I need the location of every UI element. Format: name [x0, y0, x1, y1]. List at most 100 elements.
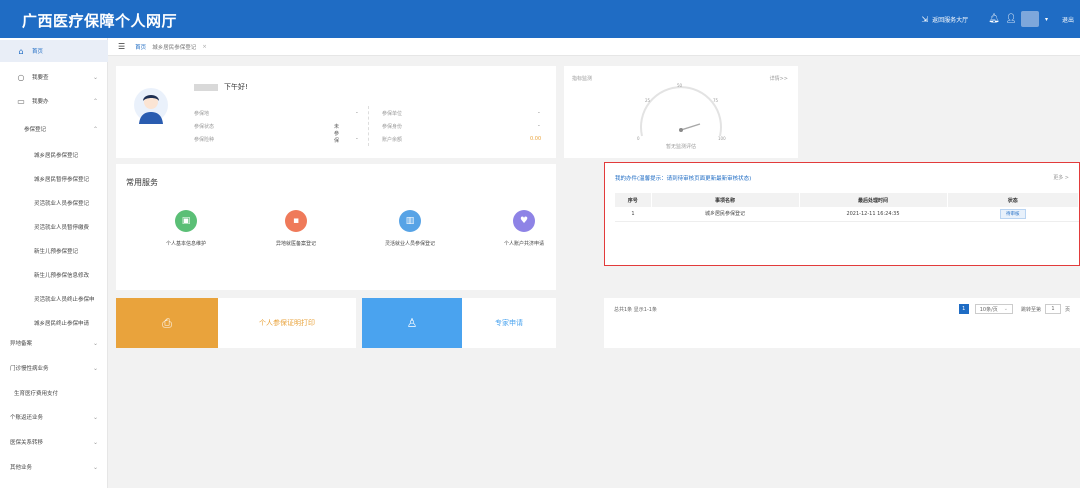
monitor-details-link[interactable]: 详情>>: [770, 75, 788, 82]
sidebar-item-home[interactable]: ⌂ 首页: [0, 40, 108, 62]
service-hall-label: 返回服务大厅: [932, 16, 969, 24]
service-label: 个人基本信息维护: [165, 241, 206, 247]
site-title: 广西医疗保障个人网厅: [22, 12, 178, 30]
sidebar-item-label: 灵活就业人员参保登记: [34, 201, 90, 207]
expert-tile-icon-box[interactable]: ♙: [362, 298, 462, 348]
chevron-down-icon: ⌄: [92, 463, 98, 471]
folder-icon: ▭: [17, 96, 25, 106]
service-label: 异地就医备案登记: [275, 241, 316, 247]
sidebar-item-label: 我要查: [32, 75, 49, 81]
sidebar-item-query[interactable]: ○ 我要查 ⌄: [0, 66, 108, 88]
cell-status: 待审核: [947, 207, 1079, 222]
gauge-dial: 0 25 50 75 100: [637, 83, 726, 141]
column-header: 最后处理时间: [799, 193, 948, 207]
greeting: 下午好!: [194, 82, 248, 92]
table-header-row: 序号 事项名称 最后处理时间 状态: [615, 193, 1079, 207]
close-icon[interactable]: ×: [202, 44, 207, 50]
sidebar-sub-item[interactable]: 灵活就业人员参保登记: [0, 192, 108, 214]
sidebar-item-label: 城乡居民终止参保申请: [34, 321, 90, 327]
sidebar-sub-item[interactable]: 城乡居民暂停参保登记: [0, 168, 108, 190]
user-icon: ♙: [406, 316, 418, 330]
service-flexible-registration[interactable]: ▥ 灵活就业人员参保登记: [360, 210, 460, 247]
table-row[interactable]: 1 城乡居民参保登记 2021-12-11 16:24:35 待审核: [615, 207, 1079, 222]
field-account-balance: 账户余额 0.00: [382, 136, 541, 143]
goto-page-input[interactable]: 1: [1044, 304, 1061, 314]
sidebar-item-chronic-disease[interactable]: 门诊慢性病业务 ⌄: [0, 357, 108, 379]
column-header: 事项名称: [651, 193, 800, 207]
tab-current[interactable]: 城乡居民参保登记: [152, 43, 196, 51]
sidebar-sub-item[interactable]: 新生儿预参保信息修改: [0, 264, 108, 286]
print-tile-icon-box[interactable]: ⎙: [116, 298, 218, 348]
page-size-value: 10条/页: [979, 306, 998, 313]
chevron-down-icon: ⌄: [92, 364, 98, 372]
avatar-icon: [134, 88, 168, 124]
printer-icon: ⎙: [162, 315, 172, 330]
my-items-more-link[interactable]: 更多 >: [1053, 174, 1069, 181]
service-hall-link[interactable]: ⇲ 返回服务大厅: [921, 15, 968, 24]
sidebar-sub-item[interactable]: 城乡居民终止参保申请: [0, 312, 108, 334]
heart-icon: ♥: [513, 210, 535, 232]
sidebar-item-maternity-payment[interactable]: 生育医疗费用支付: [0, 382, 108, 404]
sidebar-sub-item[interactable]: 新生儿预参保登记: [0, 240, 108, 262]
chevron-down-icon[interactable]: ▾: [1045, 16, 1048, 23]
print-certificate-button[interactable]: 个人参保证明打印: [218, 298, 356, 348]
sidebar-item-label: 个账返还业务: [10, 415, 44, 421]
goto-unit: 页: [1064, 306, 1070, 313]
tab-bar: ☰ 首页 城乡居民参保登记 ×: [108, 38, 1080, 56]
cell-time: 2021-12-11 16:24:35: [799, 207, 947, 222]
sidebar-item-label: 城乡居民参保登记: [34, 153, 79, 159]
chevron-down-icon: ⌄: [92, 413, 98, 421]
service-remote-filing[interactable]: ▪ 异地就医备案登记: [246, 210, 346, 247]
sidebar-item-account-refund[interactable]: 个账返还业务 ⌄: [0, 406, 108, 428]
sidebar-item-label: 其他业务: [10, 465, 33, 471]
pagination-info: 总共1条 显示1-1条: [614, 307, 657, 313]
gauge-tick: 100: [718, 136, 726, 141]
sidebar-item-label: 新生儿预参保登记: [34, 249, 79, 255]
goto-label: 跳转至第: [1020, 306, 1041, 313]
monitor-card: 指标监测 详情>> 0 25 50 75 100 暂无监测评估: [564, 66, 798, 158]
sidebar-sub-item[interactable]: 城乡居民参保登记: [0, 144, 108, 166]
field-label: 账户余额: [382, 137, 403, 143]
sidebar-item-remote-filing[interactable]: 异地备案 ⌄: [0, 332, 108, 354]
sidebar-item-relation-transfer[interactable]: 医保关系转移 ⌄: [0, 431, 108, 453]
cell-no: 1: [615, 207, 651, 222]
bell-icon[interactable]: 🔔︎: [988, 14, 999, 24]
field-value: -: [538, 123, 540, 129]
my-items-title[interactable]: 我的办件(温馨提示：请到待审核页面更新最新审核状态): [615, 174, 751, 182]
page-size-select[interactable]: 10条/页 ⌄: [974, 304, 1013, 314]
page-number-button[interactable]: 1: [958, 304, 969, 314]
field-label: 参保单位: [382, 111, 403, 117]
sidebar-item-label: 门诊慢性病业务: [10, 366, 49, 372]
my-items-card: 我的办件(温馨提示：请到待审核页面更新最新审核状态) 更多 > 序号 事项名称 …: [604, 162, 1080, 266]
sidebar-item-label: 首页: [32, 49, 44, 55]
field-label: 参保身份: [382, 124, 403, 130]
header-actions: ⇲ 返回服务大厅 🔔︎ 👤︎ ▾ 退出: [921, 11, 1074, 27]
expert-apply-button[interactable]: 专家申请: [462, 298, 556, 348]
chevron-down-icon: ⌄: [1003, 306, 1008, 312]
sidebar-item-label: 生育医疗费用支付: [14, 391, 59, 397]
username-redacted[interactable]: [1020, 11, 1039, 27]
field-insured-identity: 参保身份 -: [382, 123, 540, 130]
gauge-tick: 75: [713, 98, 719, 103]
services-title: 常用服务: [126, 178, 158, 187]
sidebar-item-label: 我要办: [32, 99, 49, 105]
service-account-sharing[interactable]: ♥ 个人账户共济申请: [474, 210, 574, 247]
expert-apply-label: 专家申请: [495, 319, 523, 327]
service-personal-info[interactable]: ▣ 个人基本信息维护: [136, 210, 236, 247]
sidebar-item-label: 城乡居民暂停参保登记: [34, 177, 90, 183]
sidebar-item-label: 新生儿预参保信息修改: [34, 273, 90, 279]
sidebar-item-other[interactable]: 其他业务 ⌄: [0, 456, 108, 478]
field-value: 0.00: [530, 136, 542, 142]
sidebar-sub-item[interactable]: 灵活就业人员暂停缴费: [0, 216, 108, 238]
sidebar-item-label: 异地备案: [10, 341, 33, 347]
menu-toggle-icon[interactable]: ☰: [118, 42, 125, 51]
field-value: -: [356, 136, 358, 142]
print-certificate-label: 个人参保证明打印: [259, 319, 315, 327]
tab-home[interactable]: 首页: [135, 43, 146, 51]
sidebar-item-handle[interactable]: ▭ 我要办 ⌃: [0, 90, 108, 112]
sidebar-group-registration[interactable]: 参保登记 ⌃: [0, 118, 108, 140]
logout-button[interactable]: 退出: [1062, 15, 1074, 24]
sidebar-sub-item[interactable]: 灵活就业人员终止参保申: [0, 288, 108, 310]
id-card-icon: ▣: [175, 210, 197, 232]
common-services-card: 常用服务 ▣ 个人基本信息维护 ▪ 异地就医备案登记 ▥ 灵活就业人员参保登记 …: [116, 164, 556, 290]
